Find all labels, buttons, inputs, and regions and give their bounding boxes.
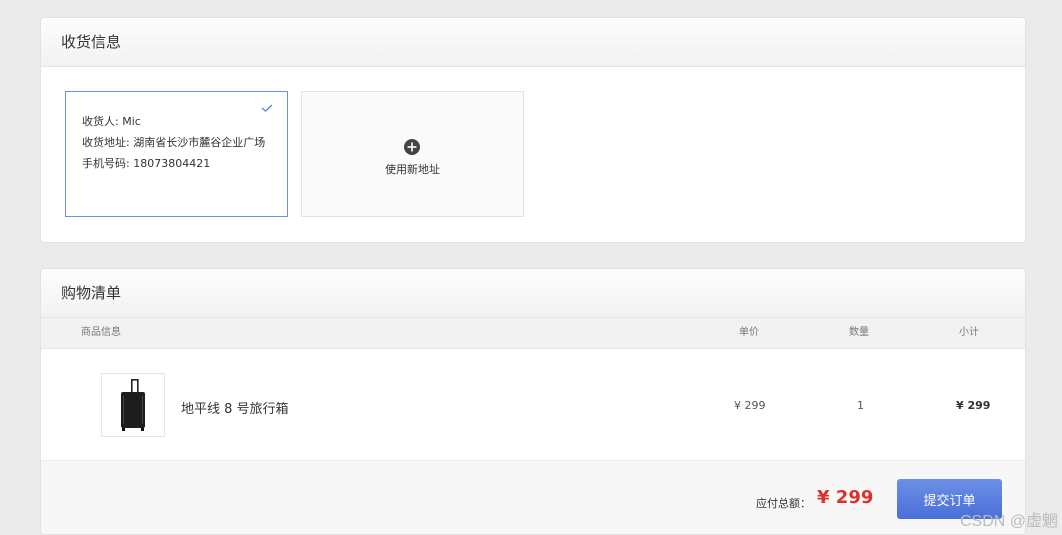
product-subtotal: ¥ 299 — [956, 399, 991, 412]
header-unit-price: 单价 — [739, 327, 759, 338]
product-image — [101, 373, 165, 437]
new-address-label: 使用新地址 — [385, 163, 440, 176]
suitcase-icon — [121, 379, 145, 431]
product-unit-price: ¥ 299 — [734, 399, 766, 412]
total-label: 应付总额： — [756, 497, 811, 510]
shipping-info-title: 收货信息 — [41, 18, 1025, 67]
plus-circle-icon — [404, 139, 420, 155]
watermark: CSDN @虚魍 — [959, 513, 1058, 530]
total-amount: ¥ 299 — [817, 487, 874, 508]
product-name[interactable]: 地平线 8 号旅行箱 — [181, 398, 289, 417]
shopping-list-card: 购物清单 商品信息 单价 数量 小计 地平线 8 号旅行箱 ¥ 299 1 ¥ … — [40, 268, 1026, 535]
order-footer: 应付总额： ¥ 299 提交订单 — [41, 461, 1025, 534]
shipping-info-card: 收货信息 收货人: Mic 收货地址: 湖南省长沙市麓谷企业广场 手机号码: 1… — [40, 17, 1026, 243]
header-quantity: 数量 — [849, 327, 869, 338]
shopping-list-title: 购物清单 — [41, 269, 1025, 318]
table-header: 商品信息 单价 数量 小计 — [41, 318, 1025, 349]
address-card-selected[interactable]: 收货人: Mic 收货地址: 湖南省长沙市麓谷企业广场 手机号码: 180738… — [65, 91, 288, 217]
new-address-button[interactable]: 使用新地址 — [301, 91, 524, 217]
receiver-address: 收货地址: 湖南省长沙市麓谷企业广场 — [82, 136, 266, 149]
header-product-info: 商品信息 — [81, 327, 121, 338]
receiver-name: 收货人: Mic — [82, 115, 141, 128]
product-quantity: 1 — [857, 399, 864, 412]
header-subtotal: 小计 — [959, 327, 979, 338]
receiver-phone: 手机号码: 18073804421 — [82, 157, 211, 170]
table-row: 地平线 8 号旅行箱 ¥ 299 1 ¥ 299 — [41, 349, 1025, 461]
